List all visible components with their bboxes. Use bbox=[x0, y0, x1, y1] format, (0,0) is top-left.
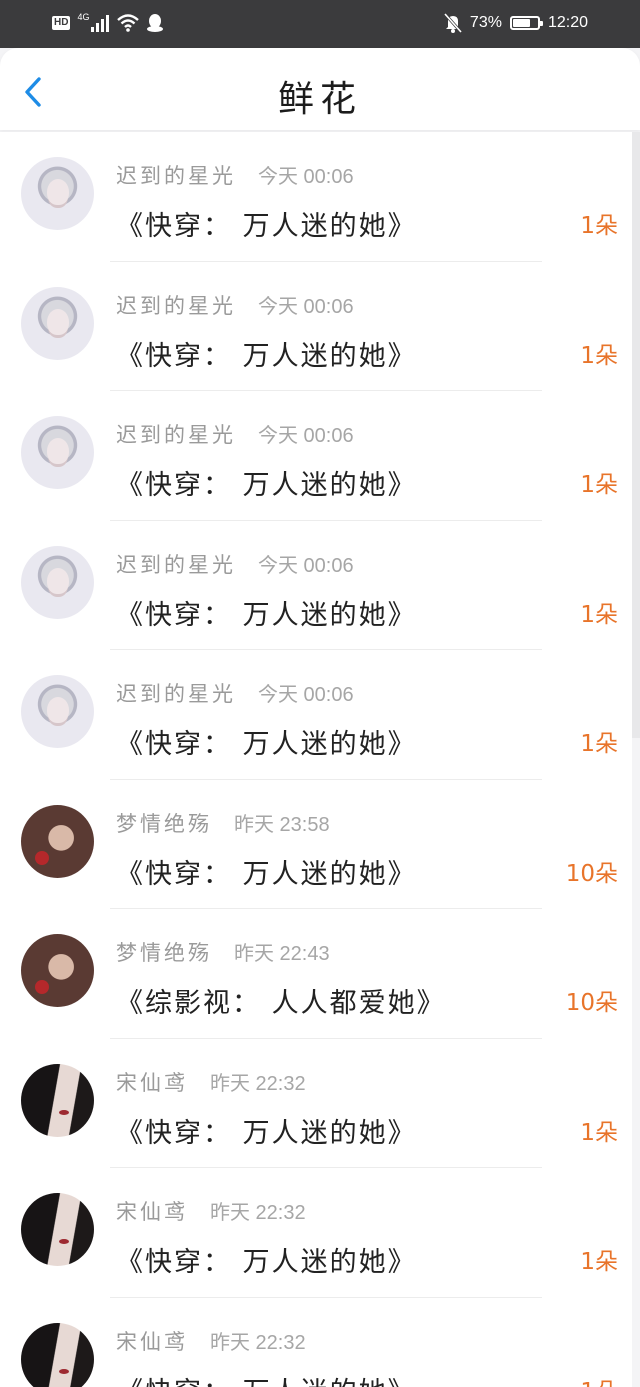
user-name[interactable]: 宋仙鸢 bbox=[116, 1330, 188, 1354]
wifi-icon bbox=[117, 14, 140, 32]
gift-time: 昨天 22:32 bbox=[210, 1072, 306, 1095]
user-name[interactable]: 迟到的星光 bbox=[116, 423, 236, 447]
item-meta: 迟到的星光 今天 00:06 bbox=[116, 290, 354, 320]
page-title: 鲜花 bbox=[277, 79, 362, 120]
gift-time: 今天 00:06 bbox=[258, 425, 354, 447]
list-item[interactable]: 迟到的星光 今天 00:06 《快穿： 万人迷的她》 1朵 bbox=[0, 650, 632, 780]
avatar[interactable] bbox=[21, 804, 94, 878]
item-meta: 迟到的星光 今天 00:06 bbox=[116, 678, 354, 708]
flower-count: 10朵 bbox=[565, 990, 618, 1016]
flower-count: 1朵 bbox=[580, 342, 618, 369]
user-name[interactable]: 迟到的星光 bbox=[116, 553, 236, 577]
qq-icon bbox=[147, 14, 164, 32]
avatar[interactable] bbox=[21, 416, 94, 489]
gift-time: 今天 00:06 bbox=[258, 684, 354, 706]
gift-time: 昨天 22:32 bbox=[210, 1202, 306, 1224]
avatar[interactable] bbox=[21, 286, 94, 360]
nav-header: 鲜花 bbox=[0, 48, 640, 130]
avatar[interactable] bbox=[21, 675, 94, 748]
item-meta: 宋仙鸢 昨天 22:32 bbox=[116, 1196, 306, 1226]
avatar[interactable] bbox=[21, 934, 94, 1007]
avatar[interactable] bbox=[21, 157, 94, 230]
list-item[interactable]: 宋仙鸢昨天 22:32 《快穿： 万人迷的她》 1朵 bbox=[0, 1168, 632, 1298]
list-item[interactable]: 迟到的星光 今天 00:06 《快穿： 万人迷的她》 1朵 bbox=[0, 521, 632, 650]
user-name[interactable]: 宋仙鸢 bbox=[116, 1200, 188, 1224]
signal-icon bbox=[91, 15, 110, 32]
gift-time: 昨天 23:58 bbox=[234, 813, 330, 836]
flower-count: 1朵 bbox=[580, 213, 618, 239]
status-left: HD 4G bbox=[52, 12, 164, 33]
book-title[interactable]: 《快穿： 万人迷的她》 bbox=[116, 204, 417, 243]
flower-count: 1朵 bbox=[580, 472, 618, 498]
status-time: 12:20 bbox=[547, 14, 588, 31]
battery-percent: 73% bbox=[469, 14, 502, 31]
avatar[interactable] bbox=[21, 1322, 94, 1387]
hd-badge: HD bbox=[52, 16, 71, 30]
item-meta: 迟到的星光 今天 00:06 bbox=[116, 160, 354, 190]
book-title[interactable]: 《快穿： 万人迷的她》 bbox=[116, 463, 417, 502]
book-title[interactable]: 《快穿： 万人迷的她》 bbox=[116, 1111, 417, 1150]
flower-gift-list: 迟到的星光 今天 00:06 《快穿： 万人迷的她》 1朵 迟到的星光 今天 00:06 《… bbox=[0, 132, 632, 1387]
user-name[interactable]: 迟到的星光 bbox=[116, 294, 236, 318]
book-title[interactable]: 《快穿： 万人迷的她》 bbox=[116, 722, 417, 761]
user-name[interactable]: 宋仙鸢 bbox=[116, 1071, 188, 1095]
gift-time: 今天 00:06 bbox=[258, 554, 354, 577]
flower-count: 1朵 bbox=[580, 601, 618, 628]
avatar[interactable] bbox=[21, 1063, 94, 1137]
scrollbar[interactable] bbox=[632, 132, 640, 738]
list-item[interactable]: 宋仙鸢昨天 22:32 《快穿： 万人迷的她》 1朵 bbox=[0, 1298, 632, 1387]
list-item[interactable]: 梦情绝殇 昨天 22:43 《综影视： 人人都爱她》 10朵 bbox=[0, 909, 632, 1039]
battery-fill bbox=[512, 19, 531, 27]
user-name[interactable]: 迟到的星光 bbox=[116, 164, 236, 188]
book-title[interactable]: 《快穿： 万人迷的她》 bbox=[116, 1370, 417, 1387]
list-item[interactable]: 迟到的星光 今天 00:06 《快穿： 万人迷的她》 1朵 bbox=[0, 262, 632, 391]
flower-count: 1朵 bbox=[580, 1249, 618, 1275]
book-title[interactable]: 《快穿： 万人迷的她》 bbox=[116, 593, 417, 632]
flower-count: 10朵 bbox=[565, 860, 618, 887]
user-name[interactable]: 梦情绝殇 bbox=[116, 812, 212, 836]
item-meta: 迟到的星光 今天 00:06 bbox=[116, 549, 354, 579]
list-item[interactable]: 迟到的星光 今天 00:06 《快穿： 万人迷的她》 1朵 bbox=[0, 391, 632, 521]
network-label: 4G bbox=[77, 12, 90, 22]
gift-time: 昨天 22:32 bbox=[210, 1331, 306, 1354]
book-title[interactable]: 《快穿： 万人迷的她》 bbox=[116, 334, 417, 373]
item-meta: 迟到的星光 今天 00:06 bbox=[116, 419, 354, 449]
flower-count: 1朵 bbox=[580, 1372, 618, 1387]
battery-tip bbox=[539, 21, 543, 26]
battery-icon bbox=[509, 16, 543, 30]
list-item[interactable]: 迟到的星光 今天 00:06 《快穿： 万人迷的她》 1朵 bbox=[0, 132, 632, 262]
mute-bell-icon bbox=[443, 13, 462, 33]
book-title[interactable]: 《综影视： 人人都爱她》 bbox=[116, 981, 446, 1020]
list-item[interactable]: 宋仙鸢昨天 22:32 《快穿： 万人迷的她》 1朵 bbox=[0, 1039, 632, 1168]
avatar[interactable] bbox=[21, 1193, 94, 1266]
item-meta: 宋仙鸢 昨天 22:32 bbox=[116, 1326, 306, 1356]
gift-time: 今天 00:06 bbox=[258, 166, 354, 188]
book-title[interactable]: 《快穿： 万人迷的她》 bbox=[116, 1240, 417, 1279]
list-item[interactable]: 梦情绝殇 昨天 23:58 《快穿： 万人迷的她》 10朵 bbox=[0, 780, 632, 909]
item-meta: 宋仙鸢 昨天 22:32 bbox=[116, 1067, 306, 1097]
status-bar: HD 4G 73% 12:20 bbox=[0, 0, 640, 48]
book-title[interactable]: 《快穿： 万人迷的她》 bbox=[116, 852, 417, 891]
item-meta: 梦情绝殇 昨天 23:58 bbox=[116, 808, 330, 838]
user-name[interactable]: 迟到的星光 bbox=[116, 682, 236, 706]
item-meta: 梦情绝殇 昨天 22:43 bbox=[116, 937, 330, 967]
gift-time: 今天 00:06 bbox=[258, 295, 354, 318]
gift-time: 昨天 22:43 bbox=[234, 943, 330, 965]
avatar[interactable] bbox=[21, 545, 94, 619]
flower-count: 1朵 bbox=[580, 1119, 618, 1146]
status-right: 73% 12:20 bbox=[443, 13, 588, 33]
flower-count: 1朵 bbox=[580, 731, 618, 757]
user-name[interactable]: 梦情绝殇 bbox=[116, 941, 212, 965]
